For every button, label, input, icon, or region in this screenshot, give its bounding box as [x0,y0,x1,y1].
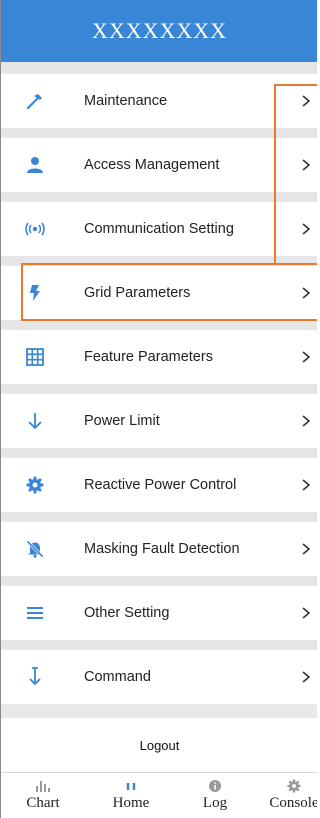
bar-chart-icon [36,779,50,793]
menu-icon [25,603,45,623]
grid-icon [25,347,45,367]
app-frame: XXXXXXXX Maintenance Access Management C… [0,0,317,818]
menu-item-maintenance[interactable]: Maintenance [1,74,317,128]
menu-item-access-management[interactable]: Access Management [1,138,317,192]
app-header: XXXXXXXX [1,0,317,62]
menu-item-label: Power Limit [84,413,160,429]
nav-label: Log [202,795,228,811]
menu-divider [1,448,317,458]
menu-item-label: Access Management [84,157,220,173]
arrow-down-icon [25,411,45,431]
info-icon [209,779,221,793]
menu-item-label: Reactive Power Control [84,477,237,493]
nav-home[interactable]: Home [96,773,166,818]
nav-label: Home [112,795,150,811]
menu-item-label: Maintenance [84,93,168,109]
menu-item-power-limit[interactable]: Power Limit [1,394,317,448]
chevron-right-icon [302,607,311,619]
menu-divider [1,320,317,330]
bell-off-icon [25,539,45,559]
nav-label: Console [269,795,317,811]
logout-label: Logout [139,737,180,753]
menu-divider [1,128,317,138]
chevron-right-icon [302,351,311,363]
gear-icon [25,475,45,495]
settings-icon [287,779,301,793]
menu-item-command[interactable]: Command [1,650,317,704]
menu-item-feature-parameters[interactable]: Feature Parameters [1,330,317,384]
menu-divider [1,512,317,522]
menu-item-communication-setting[interactable]: Communication Setting [1,202,317,256]
nav-console[interactable]: Console [259,773,317,818]
nav-chart[interactable]: Chart [8,773,78,818]
menu-item-masking-fault-detection[interactable]: Masking Fault Detection [1,522,317,576]
chevron-right-icon [302,543,311,555]
app-title: XXXXXXXX [91,18,228,43]
user-icon [25,155,45,175]
nav-log[interactable]: Log [180,773,250,818]
nav-label: Chart [26,795,60,811]
settings-menu: Maintenance Access Management Communicat… [1,62,317,704]
chevron-right-icon [302,671,311,683]
menu-item-label: Other Setting [84,605,170,621]
menu-divider [1,384,317,394]
menu-divider [1,576,317,586]
chevron-right-icon [302,415,311,427]
highlight-annotation [274,84,317,265]
signal-icon [25,219,45,239]
menu-divider [1,640,317,650]
chevron-right-icon [302,479,311,491]
menu-item-other-setting[interactable]: Other Setting [1,586,317,640]
hammer-icon [25,91,45,111]
menu-item-label: Communication Setting [84,221,234,237]
menu-item-label: Command [84,669,151,685]
bottom-navigation: Chart Home Log Console [1,772,317,818]
menu-item-label: Masking Fault Detection [84,541,240,557]
highlight-annotation [21,263,317,321]
menu-item-reactive-power-control[interactable]: Reactive Power Control [1,458,317,512]
logout-button[interactable]: Logout [1,718,317,772]
menu-divider [1,192,317,202]
home-icon [125,779,137,793]
menu-divider [1,62,317,74]
command-arrow-icon [25,667,45,687]
menu-item-label: Feature Parameters [84,349,213,365]
